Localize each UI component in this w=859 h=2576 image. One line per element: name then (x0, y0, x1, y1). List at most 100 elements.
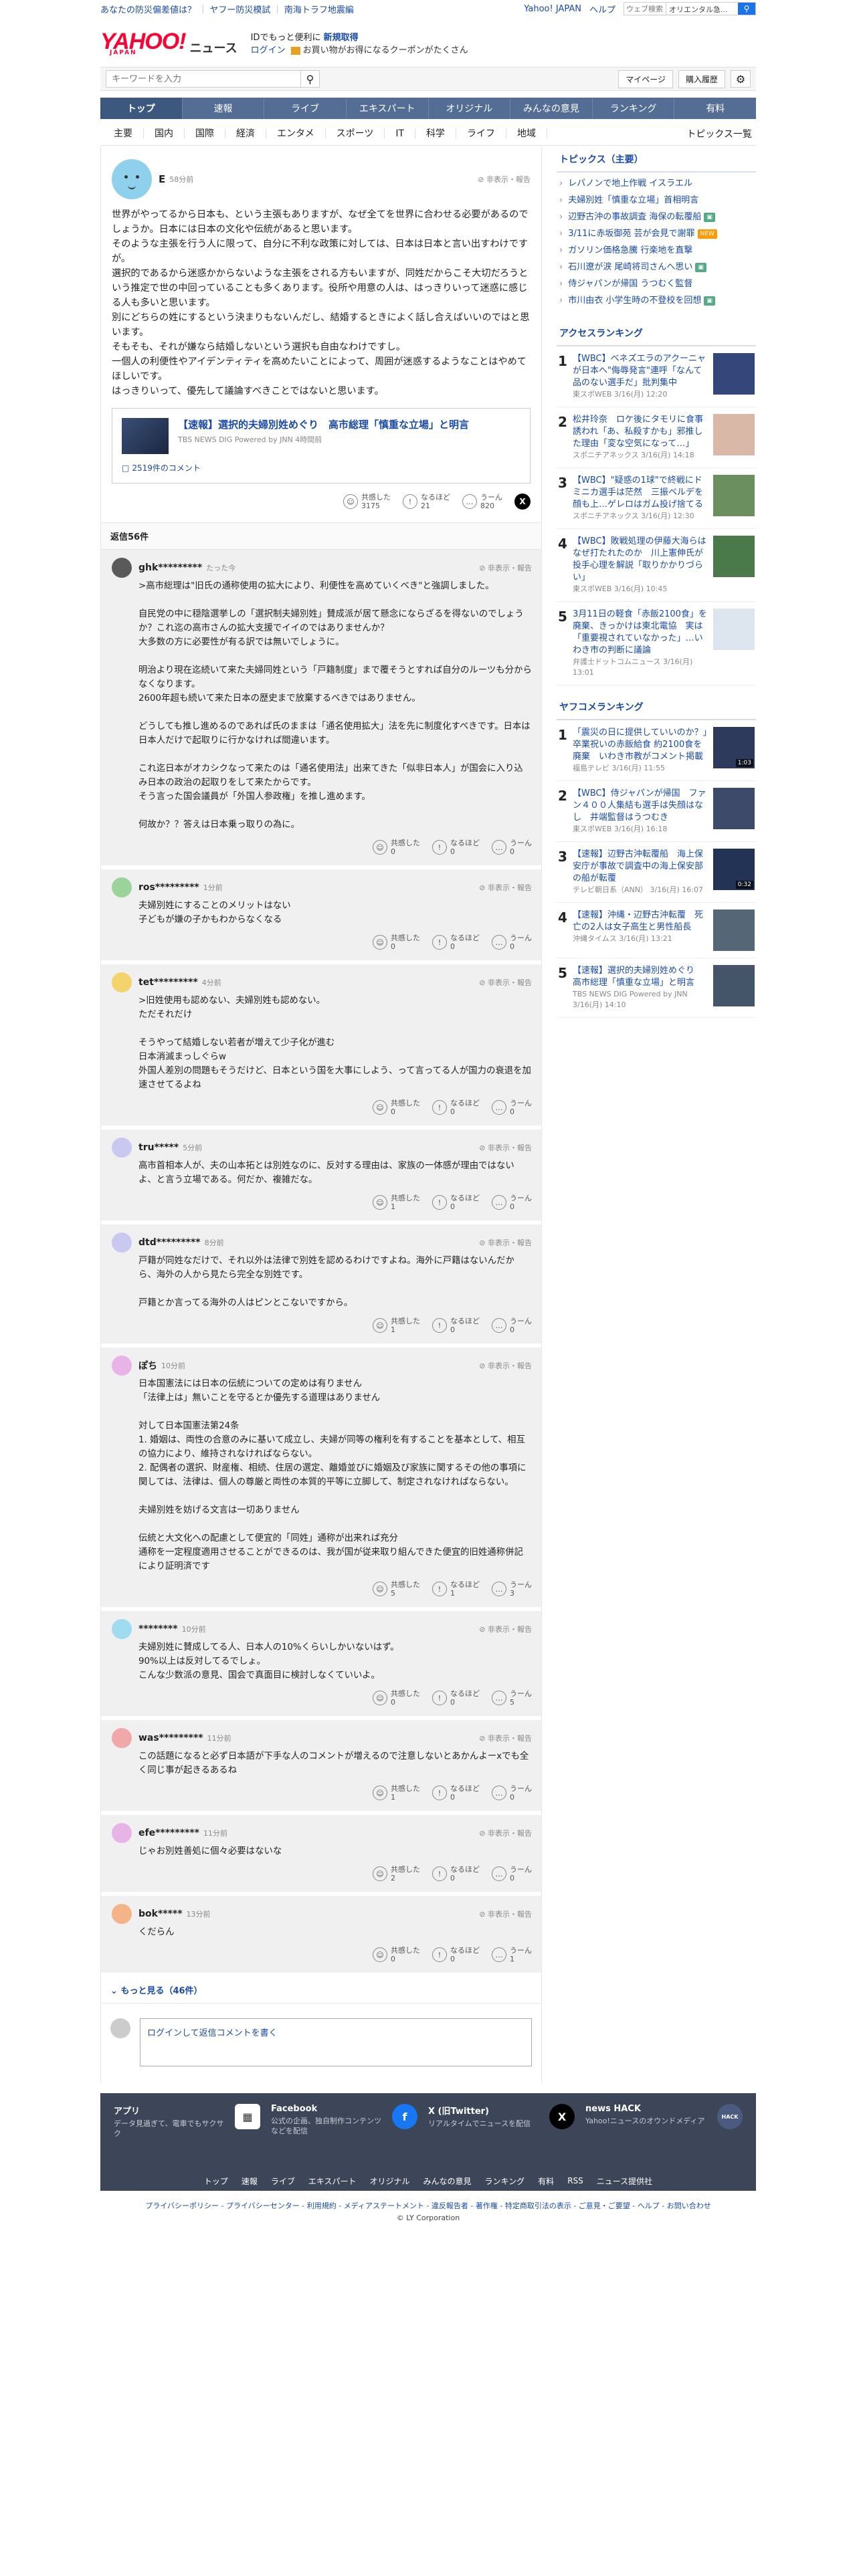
bousai-link[interactable]: あなたの防災偏差値は？ (100, 3, 196, 15)
report-link[interactable]: ⊘ 非表示・報告 (479, 1360, 532, 1371)
insightful-button[interactable]: ! なるほど 0 (432, 1099, 480, 1116)
topic-item[interactable]: 辺野古沖の事故調査 海保の転覆船▣ (559, 209, 753, 225)
yahoo-japan-link[interactable]: Yahoo! JAPAN (524, 4, 581, 14)
empathy-button[interactable]: ☺ 共感した 0 (373, 1099, 420, 1116)
empathy-button[interactable]: ☺ 共感した 0 (373, 1946, 420, 1963)
hmm-button[interactable]: … うーん 0 (492, 839, 532, 856)
article-title[interactable]: 【速報】選択的夫婦別姓めぐり 高市総理「慎重な立場」と明言 (178, 418, 469, 431)
reply-user[interactable]: ros********* (138, 882, 199, 893)
ranking-item[interactable]: 4 【速報】沖縄・辺野古沖転覆 死亡の2人は女子高生と男性船長 沖縄タイムス 3/1… (557, 903, 756, 958)
footer-newshack[interactable]: news HACK Yahoo!ニュースのオウンドメディア HACK (585, 2104, 743, 2139)
cat-sports[interactable]: スポーツ (326, 128, 385, 138)
ranking-item[interactable]: 2 【WBC】侍ジャパンが帰国 ファン４００人集結も選手は失顔はなし 井端監督はう… (557, 781, 756, 842)
web-search-button[interactable]: ⚲ (738, 3, 755, 15)
topic-item[interactable]: ガソリン価格急騰 行楽地を直撃 (559, 242, 753, 259)
topic-item[interactable]: 3/11に赤坂御苑 芸が会見で謝罪NEW (559, 225, 753, 242)
cat-economy[interactable]: 経済 (225, 128, 266, 138)
topic-item[interactable]: 侍ジャパンが帰国 うつむく監督 (559, 276, 753, 292)
nav-opinions[interactable]: みんなの意見 (510, 98, 593, 119)
ranking-item[interactable]: 4 【WBC】敗戦処理の伊藤大海らはなぜ打たれたのか 川上憲伸氏が投手心理を解説「… (557, 529, 756, 602)
report-link[interactable]: ⊘ 非表示・報告 (479, 1828, 532, 1838)
nav-expert[interactable]: エキスパート (347, 98, 429, 119)
reply-user[interactable]: efe********* (138, 1828, 199, 1838)
news-search-button[interactable]: ⚲ (300, 71, 319, 87)
ranking-item[interactable]: 5 【速報】選択的夫婦別姓めぐり 高市総理「慎重な立場」と明言 TBS NEWS D… (557, 958, 756, 1018)
cat-domestic[interactable]: 国内 (144, 128, 185, 138)
trending-keyword[interactable]: オリエンタル急... (666, 3, 738, 15)
report-link[interactable]: ⊘ 非表示・報告 (479, 1142, 532, 1153)
reply-user[interactable]: dtd********* (138, 1237, 201, 1248)
footer-link[interactable]: ニュース提供社 (597, 2175, 652, 2187)
footer-app[interactable]: アプリ データ見過ぎて、電車でもサクサク ▦ (114, 2104, 271, 2139)
footer-link[interactable]: みんなの意見 (423, 2175, 472, 2187)
cat-entertainment[interactable]: エンタメ (266, 128, 326, 138)
hmm-button[interactable]: … うーん 0 (492, 1865, 532, 1883)
bousai-moshi-link[interactable]: ヤフー防災模試 (209, 3, 270, 15)
share-x-button[interactable]: X (514, 494, 531, 510)
settings-button[interactable]: ⚙ (731, 70, 751, 88)
avatar[interactable] (112, 877, 132, 897)
report-link[interactable]: ⊘ 非表示・報告 (478, 174, 531, 185)
empathy-button[interactable]: ☺ 共感した 0 (373, 934, 420, 951)
reply-user[interactable]: ******** (138, 1624, 178, 1634)
hmm-button[interactable]: … うーん 5 (492, 1689, 532, 1707)
hmm-button[interactable]: … うーん 0 (492, 1784, 532, 1802)
footer-link[interactable]: オリジナル (370, 2175, 410, 2187)
avatar[interactable] (112, 159, 152, 199)
nav-live[interactable]: ライブ (264, 98, 347, 119)
footer-facebook[interactable]: Facebook 公式の企画、独自制作コンテンツなどを配信 f (271, 2104, 428, 2139)
avatar[interactable] (112, 1138, 132, 1158)
footer-link[interactable]: ランキング (485, 2175, 525, 2187)
topics-list-link[interactable]: トピックス一覧 (686, 127, 756, 140)
ranking-item[interactable]: 1 【WBC】ベネズエラのアクーニャが日本へ"侮辱発言"連呼「なんて品のない選手だ… (557, 346, 756, 407)
legal-links[interactable]: プライバシーポリシー - プライバシーセンター - 利用規約 - メディアステー… (100, 2200, 756, 2212)
reply-user[interactable]: tru***** (138, 1142, 179, 1153)
nav-flash[interactable]: 速報 (183, 98, 265, 119)
empathy-button[interactable]: ☺ 共感した 0 (373, 1689, 420, 1707)
insightful-button[interactable]: ! なるほど 0 (432, 839, 480, 856)
nav-original[interactable]: オリジナル (429, 98, 511, 119)
report-link[interactable]: ⊘ 非表示・報告 (479, 882, 532, 893)
empathy-button[interactable]: ☺ 共感した 3175 (343, 493, 391, 510)
signup-link[interactable]: 新規取得 (324, 33, 359, 43)
cat-life[interactable]: ライフ (456, 128, 507, 138)
topic-item[interactable]: 夫婦別姓「慎重な立場」首相明言 (559, 192, 753, 209)
ranking-item[interactable]: 3 【WBC】"疑惑の1球"で終戦にドミニカ選手は茫然 三振ベルデを顔も上…ゲレロ… (557, 468, 756, 529)
reply-user[interactable]: bok***** (138, 1909, 183, 1919)
empathy-button[interactable]: ☺ 共感した 5 (373, 1580, 420, 1598)
reply-user[interactable]: was********* (138, 1733, 203, 1743)
reply-user[interactable]: tet********* (138, 977, 198, 988)
empathy-button[interactable]: ☺ 共感した 2 (373, 1865, 420, 1883)
avatar[interactable] (112, 1356, 132, 1376)
nav-ranking[interactable]: ランキング (593, 98, 675, 119)
report-link[interactable]: ⊘ 非表示・報告 (479, 1237, 532, 1248)
cat-main[interactable]: 主要 (103, 128, 144, 138)
hmm-button[interactable]: … うーん 0 (492, 1194, 532, 1211)
cat-it[interactable]: IT (385, 128, 416, 138)
empathy-button[interactable]: ☺ 共感した 1 (373, 1784, 420, 1802)
reply-user[interactable]: ghk********* (138, 562, 202, 573)
footer-link[interactable]: ライブ (271, 2175, 295, 2187)
insightful-button[interactable]: ! なるほど 0 (432, 1784, 480, 1802)
nav-top[interactable]: トップ (100, 98, 183, 119)
hmm-button[interactable]: … うーん 1 (492, 1946, 532, 1963)
avatar[interactable] (112, 1823, 132, 1843)
topic-item[interactable]: レバノンで地上作戦 イスラエル (559, 175, 753, 192)
insightful-button[interactable]: ! なるほど 0 (432, 1689, 480, 1707)
footer-link[interactable]: 有料 (538, 2175, 554, 2187)
hmm-button[interactable]: … うーん 820 (462, 493, 502, 510)
hmm-button[interactable]: … うーん 3 (492, 1580, 532, 1598)
web-search-input[interactable] (624, 3, 666, 15)
hmm-button[interactable]: … うーん 0 (492, 1317, 532, 1334)
avatar[interactable] (112, 972, 132, 992)
ranking-item[interactable]: 2 松井玲奈 ロケ後にタモリに食事誘われ「あ、私殺すかも」邪推した理由「変な空気に… (557, 407, 756, 468)
ranking-item[interactable]: 1 「震災の日に提供していいのか？」卒業祝いの赤飯給食 約2100食を廃棄 いわき… (557, 720, 756, 781)
hmm-button[interactable]: … うーん 0 (492, 934, 532, 951)
footer-link[interactable]: エキスパート (308, 2175, 357, 2187)
coupon-text[interactable]: お買い物がお得になるクーポンがたくさん (303, 45, 468, 56)
comment-user[interactable]: E (159, 173, 165, 185)
insightful-button[interactable]: ! なるほど 0 (432, 1317, 480, 1334)
purchase-history-button[interactable]: 購入履歴 (678, 70, 725, 88)
avatar[interactable] (112, 1232, 132, 1253)
news-search-input[interactable] (106, 71, 300, 87)
